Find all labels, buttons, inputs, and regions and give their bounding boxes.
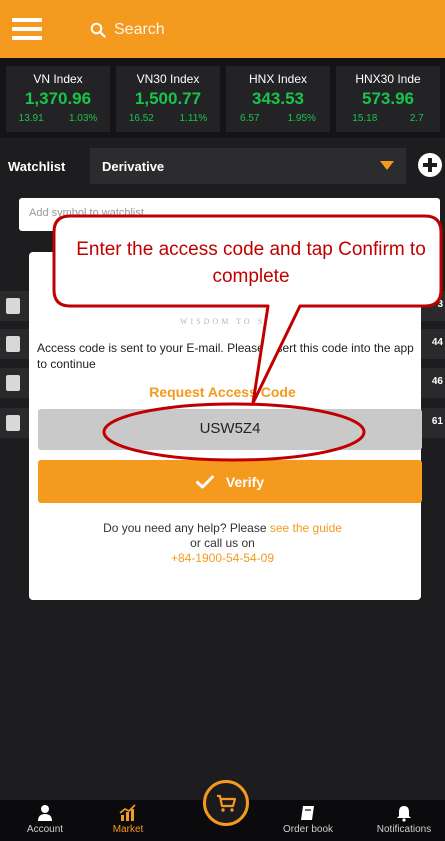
row-value: 3	[437, 299, 443, 310]
top-bar: Search	[0, 0, 445, 58]
index-value: 573.96	[362, 89, 414, 108]
index-tile-hnx30[interactable]: HNX30 Inde 573.96 15.18 2.7	[336, 66, 440, 132]
index-tile-vn[interactable]: VN Index 1,370.96 13.91 1.03%	[6, 66, 110, 132]
help-line2: or call us on	[190, 536, 255, 550]
nav-label: Account	[26, 824, 64, 835]
row-checkbox[interactable]	[6, 415, 20, 431]
search-icon	[90, 22, 106, 38]
help-text: Do you need any help? Please see the gui…	[0, 521, 445, 566]
index-percent: 1.11%	[179, 113, 208, 124]
index-name: HNX30 Inde	[355, 72, 421, 86]
index-name: HNX Index	[248, 72, 308, 86]
see-guide-link[interactable]: see the guide	[270, 521, 342, 535]
nav-label: Order book	[282, 824, 334, 835]
access-code-input[interactable]: USW5Z4	[38, 409, 422, 450]
hamburger-menu-icon[interactable]	[12, 18, 42, 40]
caret-down-icon	[380, 161, 394, 170]
request-access-code-link[interactable]: Request Access Code	[0, 384, 445, 400]
watchlist-selected: Derivative	[102, 158, 165, 174]
index-value: 343.53	[252, 89, 304, 108]
nav-label: Notifications	[376, 824, 432, 835]
user-icon	[38, 805, 52, 821]
index-change: 15.18	[352, 113, 378, 124]
index-value: 1,370.96	[24, 89, 92, 108]
verify-label: Verify	[225, 473, 265, 490]
access-code-message: Access code is sent to your E-mail. Plea…	[37, 341, 414, 371]
index-name: VN30 Index	[136, 72, 200, 86]
logo-tagline: WISDOM TO SUCC	[180, 317, 291, 326]
index-value: 1,500.77	[134, 89, 202, 108]
index-tile-hnx[interactable]: HNX Index 343.53 6.57 1.95%	[226, 66, 330, 132]
cart-icon	[217, 794, 237, 812]
row-value: 61	[431, 416, 443, 427]
book-icon	[301, 806, 314, 820]
watchlist-row: Watchlist Derivative	[0, 148, 445, 184]
index-tile-vn30[interactable]: VN30 Index 1,500.77 16.52 1.11%	[116, 66, 220, 132]
callout-text: Enter the access code and tap Confirm to…	[76, 239, 426, 287]
check-icon	[195, 475, 214, 488]
index-change: 6.57	[240, 113, 260, 124]
watchlist-dropdown[interactable]: Derivative	[90, 148, 406, 184]
search-placeholder: Search	[114, 21, 165, 38]
nav-label: Market	[112, 824, 144, 835]
index-change: 13.91	[18, 113, 44, 124]
index-percent: 1.03%	[68, 113, 98, 124]
index-change: 16.52	[128, 113, 154, 124]
search-input[interactable]: Search	[90, 21, 165, 39]
index-percent: 1.95%	[287, 113, 316, 124]
index-percent: 2.7	[409, 113, 424, 124]
row-checkbox[interactable]	[6, 298, 20, 314]
nav-notifications[interactable]: Notifications	[364, 804, 444, 835]
watchlist-label: Watchlist	[8, 158, 66, 174]
bell-icon	[397, 806, 411, 822]
row-checkbox[interactable]	[6, 336, 20, 352]
help-phone-link[interactable]: +84-1900-54-54-09	[0, 551, 445, 566]
index-strip[interactable]: VN Index 1,370.96 13.91 1.03% VN30 Index …	[0, 58, 445, 138]
verify-button[interactable]: Verify	[38, 460, 422, 503]
nav-market[interactable]: Market	[88, 804, 168, 835]
add-symbol-input[interactable]: Add symbol to watchlist	[19, 198, 440, 231]
nav-order-book[interactable]: Order book	[268, 804, 348, 835]
add-circle-icon[interactable]	[418, 153, 442, 177]
row-value: 44	[431, 337, 443, 348]
nav-account[interactable]: Account	[5, 804, 85, 835]
chart-icon	[119, 804, 136, 821]
help-prefix: Do you need any help? Please	[103, 521, 270, 535]
cart-button[interactable]	[203, 780, 249, 826]
index-name: VN Index	[33, 72, 83, 86]
